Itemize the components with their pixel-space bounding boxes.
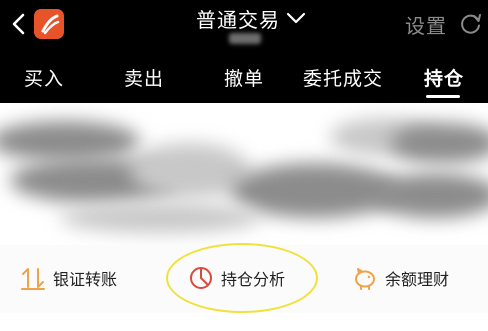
tab-orders-trades[interactable]: 委托成交 [303,64,383,91]
tab-sell[interactable]: 卖出 [124,64,164,91]
blurred-region [60,203,260,233]
refresh-icon[interactable] [459,12,483,36]
balance-wealth-label: 余额理财 [385,270,450,289]
settings-button[interactable]: 设置 [405,10,447,39]
blurred-region [370,173,488,218]
piggy-bank-icon [355,268,375,290]
blurred-region [390,123,488,163]
top-header: 普通交易 设置 买入 卖出 撤单 委托成交 持仓 [0,0,488,103]
transfer-icon [21,268,45,290]
bank-transfer-label: 银证转账 [53,270,118,289]
trade-tabs: 买入 卖出 撤单 委托成交 持仓 [0,56,488,103]
active-tab-indicator [426,95,460,98]
account-number-masked [229,33,261,44]
tab-buy[interactable]: 买入 [24,64,64,91]
highlight-circle-annotation [166,243,318,313]
holdings-summary-blurred [0,103,488,245]
page-title: 普通交易 [196,7,280,32]
app-logo [34,9,64,39]
app-logo-icon [41,14,60,35]
blurred-region [0,121,140,161]
trade-mode-selector[interactable]: 普通交易 [196,5,306,32]
tab-positions[interactable]: 持仓 [424,64,464,91]
chevron-down-icon [286,12,306,24]
back-icon[interactable] [8,12,30,36]
bank-transfer-button[interactable]: 银证转账 [20,264,117,292]
balance-wealth-button[interactable]: 余额理财 [352,264,449,292]
positions-list-header-partial [0,313,488,331]
tab-cancel-order[interactable]: 撤单 [224,64,264,91]
